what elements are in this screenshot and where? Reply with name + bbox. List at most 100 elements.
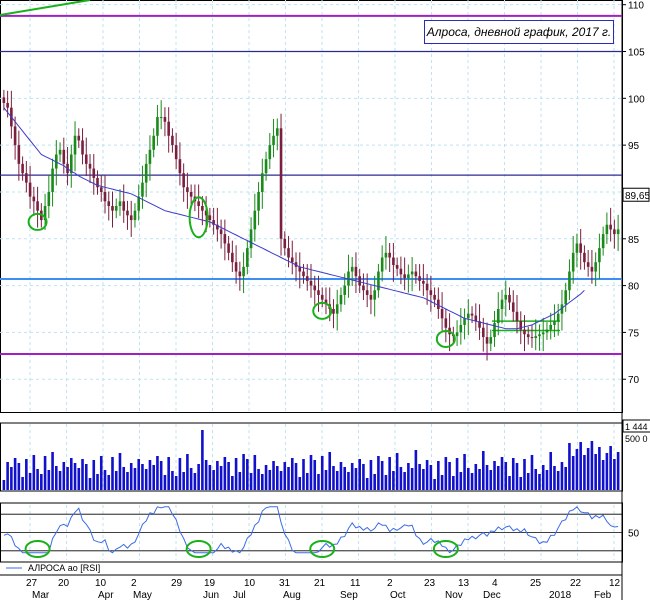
price-tick-label: 70	[628, 375, 640, 386]
candle-body	[114, 206, 118, 211]
candle-body	[594, 262, 597, 272]
candle-body	[526, 334, 530, 338]
volume-bar	[36, 469, 39, 490]
volume-bar	[73, 463, 77, 490]
candle-body	[159, 117, 163, 119]
volume-bar	[530, 455, 534, 490]
candle-body	[167, 121, 170, 136]
candle-body	[384, 252, 388, 258]
candle-body	[538, 334, 541, 337]
volume-bar	[81, 459, 84, 490]
rsi-tick-label: 50	[628, 529, 640, 540]
volume-bar	[21, 477, 24, 490]
candle-body	[88, 163, 92, 169]
chart-title: Алроса, дневной график, 2017 г.	[424, 20, 614, 44]
date-day-label: 21	[314, 578, 326, 589]
candle-body	[586, 262, 590, 267]
volume-bar	[373, 474, 376, 490]
candle-body	[219, 229, 223, 235]
volume-bar	[324, 470, 328, 490]
price-panel-frame	[0, 0, 623, 413]
volume-bar	[309, 455, 313, 490]
volume-bar	[167, 457, 170, 490]
chart-area: 70758085909510010511089,651 444500 050АЛ…	[0, 0, 650, 601]
volume-bar	[444, 457, 448, 490]
candle-body	[530, 337, 534, 339]
candle-body	[575, 243, 579, 253]
candle-body	[272, 135, 275, 146]
volume-bar	[377, 456, 380, 490]
volume-bar	[257, 469, 260, 490]
volume-bar	[403, 472, 406, 490]
volume-bar	[118, 453, 122, 490]
volume-bar	[605, 453, 609, 490]
volume-bar	[579, 442, 582, 490]
volume-bar	[384, 475, 388, 490]
volume-bar	[133, 468, 137, 490]
volume-bar	[77, 468, 81, 490]
date-month-label: Feb	[594, 590, 612, 600]
volume-bar	[504, 462, 508, 490]
volume-bar	[598, 447, 601, 490]
candle-body	[47, 191, 51, 206]
candle-body	[257, 191, 260, 211]
candle-body	[317, 290, 320, 295]
volume-bar	[223, 457, 227, 490]
candle-body	[410, 271, 414, 275]
volume-bar	[204, 460, 208, 490]
volume-bar	[159, 461, 163, 490]
date-day-label: 27	[26, 578, 38, 589]
candle-body	[17, 145, 21, 164]
candle-body	[144, 163, 148, 183]
date-day-label: 19	[204, 578, 216, 589]
volume-bar	[275, 466, 279, 490]
candle-body	[463, 318, 466, 325]
candle-body	[613, 229, 616, 235]
volume-bar	[208, 465, 212, 490]
candle-body	[455, 332, 459, 337]
volume-bar	[51, 452, 54, 490]
candle-body	[403, 274, 406, 279]
volume-bar	[268, 470, 272, 490]
candle-body	[444, 318, 448, 328]
candle-body	[223, 234, 227, 244]
candle-body	[571, 252, 575, 272]
candle-body	[365, 290, 369, 295]
candle-body	[148, 149, 152, 164]
candle-body	[380, 257, 384, 272]
date-day-label: 12	[609, 578, 621, 589]
date-day-label: 4	[492, 578, 498, 589]
volume-bar	[601, 460, 605, 490]
candle-body	[395, 264, 399, 269]
candle-body	[156, 117, 159, 136]
volume-bar	[332, 466, 335, 490]
date-day-label: 10	[244, 578, 256, 589]
candle-body	[358, 276, 361, 286]
volume-bar	[343, 467, 347, 490]
candle-body	[171, 135, 174, 146]
candle-body	[339, 294, 343, 305]
candle-body	[407, 274, 410, 279]
volume-bar	[583, 455, 586, 490]
volume-bar	[347, 472, 350, 490]
candle-body	[481, 327, 485, 338]
volume-bar	[395, 453, 399, 490]
volume-bar	[354, 468, 358, 490]
date-day-label: 13	[458, 578, 470, 589]
candle-body	[579, 243, 582, 253]
chart-svg: 70758085909510010511089,651 444500 050АЛ…	[0, 0, 650, 601]
candle-body	[564, 290, 567, 305]
date-day-label: 29	[171, 578, 183, 589]
candle-body	[141, 182, 144, 197]
volume-bar	[590, 441, 594, 490]
candle-body	[73, 135, 77, 155]
candle-body	[511, 302, 515, 312]
candle-body	[111, 206, 114, 211]
candle-body	[290, 257, 294, 263]
volume-bar	[10, 467, 13, 490]
volume-bar	[219, 466, 223, 490]
date-day-label: 10	[95, 578, 107, 589]
candle-body	[313, 285, 317, 291]
volume-bar	[261, 474, 264, 490]
volume-bar	[47, 470, 51, 490]
